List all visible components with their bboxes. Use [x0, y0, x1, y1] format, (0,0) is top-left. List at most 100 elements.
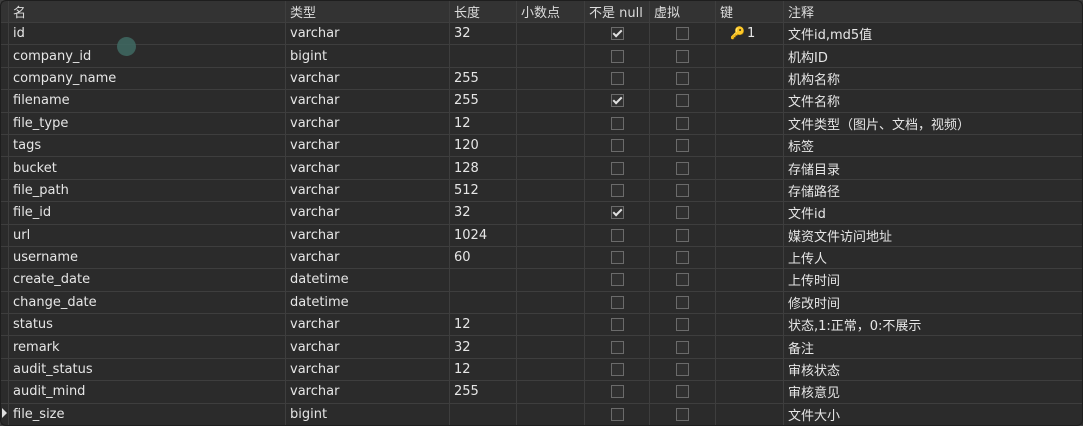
field-decimal-cell[interactable] — [516, 223, 585, 247]
virtual-checkbox[interactable] — [676, 116, 689, 130]
field-comment-cell[interactable]: 上传时间 — [783, 268, 1083, 292]
field-length-cell[interactable]: 60 — [449, 245, 517, 270]
not-null-checkbox[interactable] — [610, 251, 624, 265]
virtual-checkbox[interactable] — [676, 363, 689, 377]
field-name-cell[interactable]: bucket — [8, 156, 286, 180]
field-comment-cell[interactable]: 媒资文件访问地址 — [783, 223, 1083, 247]
field-name-cell[interactable]: company_name — [8, 66, 286, 91]
key-cell[interactable] — [715, 357, 784, 382]
virtual-checkbox[interactable] — [676, 71, 689, 85]
field-length-cell[interactable]: 1024 — [449, 223, 517, 247]
field-type-cell[interactable]: varchar — [285, 133, 450, 158]
table-row[interactable]: audit_status varchar 12 审核状态 — [0, 357, 1083, 382]
virtual-checkbox[interactable] — [676, 407, 689, 421]
field-type-cell[interactable]: varchar — [285, 156, 450, 180]
field-length-cell[interactable]: 12 — [449, 111, 517, 135]
table-row[interactable]: remark varchar 32 备注 — [0, 335, 1083, 359]
field-length-cell[interactable]: 128 — [449, 156, 517, 180]
field-comment-cell[interactable]: 上传人 — [783, 245, 1083, 270]
table-row[interactable]: status varchar 12 状态,1:正常，0:不展示 — [0, 313, 1083, 337]
field-comment-cell[interactable]: 存储路径 — [783, 178, 1083, 203]
not-null-checkbox[interactable] — [610, 71, 624, 85]
field-type-cell[interactable]: varchar — [285, 380, 450, 404]
virtual-checkbox[interactable] — [676, 206, 689, 220]
table-row[interactable]: file_type varchar 12 文件类型（图片、文档，视频） — [0, 111, 1083, 135]
field-decimal-cell[interactable] — [516, 133, 585, 158]
field-comment-cell[interactable]: 备注 — [783, 335, 1083, 359]
key-cell[interactable] — [715, 44, 784, 68]
virtual-checkbox[interactable] — [676, 183, 689, 197]
field-length-cell[interactable]: 32 — [449, 21, 517, 46]
col-header-name[interactable]: 名 — [8, 0, 286, 23]
table-row[interactable]: company_name varchar 255 机构名称 — [0, 66, 1083, 91]
col-header-virtual[interactable]: 虚拟 — [649, 0, 716, 23]
not-null-checkbox[interactable] — [610, 273, 624, 287]
col-header-not-null[interactable]: 不是 null — [584, 0, 650, 23]
table-row[interactable]: file_id varchar 32 文件id — [0, 201, 1083, 225]
not-null-checkbox[interactable] — [610, 363, 624, 377]
row-marker[interactable] — [0, 245, 9, 270]
key-cell[interactable] — [715, 201, 784, 225]
key-cell[interactable] — [715, 178, 784, 203]
field-length-cell[interactable] — [449, 290, 517, 315]
field-comment-cell[interactable]: 存储目录 — [783, 156, 1083, 180]
key-cell[interactable]: 🔑 1 — [715, 21, 784, 46]
field-decimal-cell[interactable] — [516, 21, 585, 46]
field-length-cell[interactable]: 12 — [449, 313, 517, 337]
field-comment-cell[interactable]: 审核意见 — [783, 380, 1083, 404]
field-type-cell[interactable]: bigint — [285, 44, 450, 68]
not-null-checkbox[interactable] — [610, 161, 624, 175]
field-comment-cell[interactable]: 文件类型（图片、文档，视频） — [783, 111, 1083, 135]
field-name-cell[interactable]: file_size — [8, 402, 286, 426]
row-marker[interactable] — [0, 380, 9, 404]
field-length-cell[interactable] — [449, 44, 517, 68]
field-name-cell[interactable]: audit_status — [8, 357, 286, 382]
field-name-cell[interactable]: username — [8, 245, 286, 270]
virtual-checkbox[interactable] — [676, 295, 689, 309]
row-marker[interactable] — [0, 133, 9, 158]
field-length-cell[interactable]: 255 — [449, 66, 517, 91]
key-cell[interactable] — [715, 402, 784, 426]
row-marker[interactable] — [0, 66, 9, 91]
table-row[interactable]: id varchar 32 🔑 1 文件id,md5值 — [0, 21, 1083, 46]
row-marker[interactable] — [0, 111, 9, 135]
key-cell[interactable] — [715, 380, 784, 404]
field-type-cell[interactable]: varchar — [285, 357, 450, 382]
not-null-checkbox[interactable] — [610, 139, 624, 153]
field-decimal-cell[interactable] — [516, 268, 585, 292]
field-type-cell[interactable]: varchar — [285, 178, 450, 203]
field-comment-cell[interactable]: 文件id,md5值 — [783, 21, 1083, 46]
row-marker[interactable] — [0, 156, 9, 180]
col-header-type[interactable]: 类型 — [285, 0, 450, 23]
not-null-checkbox[interactable] — [610, 385, 624, 399]
key-cell[interactable] — [715, 313, 784, 337]
key-cell[interactable] — [715, 111, 784, 135]
row-marker[interactable] — [0, 178, 9, 203]
field-decimal-cell[interactable] — [516, 357, 585, 382]
col-header-key[interactable]: 键 — [715, 0, 784, 23]
field-length-cell[interactable]: 120 — [449, 133, 517, 158]
field-length-cell[interactable] — [449, 402, 517, 426]
key-cell[interactable] — [715, 223, 784, 247]
table-row[interactable]: audit_mind varchar 255 审核意见 — [0, 380, 1083, 404]
key-cell[interactable] — [715, 335, 784, 359]
field-comment-cell[interactable]: 审核状态 — [783, 357, 1083, 382]
field-decimal-cell[interactable] — [516, 178, 585, 203]
key-cell[interactable] — [715, 290, 784, 315]
row-marker[interactable] — [0, 223, 9, 247]
row-marker[interactable] — [0, 44, 9, 68]
field-type-cell[interactable]: varchar — [285, 245, 450, 270]
field-decimal-cell[interactable] — [516, 156, 585, 180]
field-decimal-cell[interactable] — [516, 44, 585, 68]
field-decimal-cell[interactable] — [516, 89, 585, 113]
field-comment-cell[interactable]: 文件名称 — [783, 89, 1083, 113]
key-cell[interactable] — [715, 89, 784, 113]
field-length-cell[interactable]: 12 — [449, 357, 517, 382]
key-cell[interactable] — [715, 133, 784, 158]
field-type-cell[interactable]: varchar — [285, 111, 450, 135]
field-type-cell[interactable]: varchar — [285, 313, 450, 337]
not-null-checkbox[interactable] — [610, 407, 624, 421]
not-null-checkbox[interactable] — [610, 27, 624, 41]
field-type-cell[interactable]: varchar — [285, 201, 450, 225]
virtual-checkbox[interactable] — [676, 49, 689, 63]
